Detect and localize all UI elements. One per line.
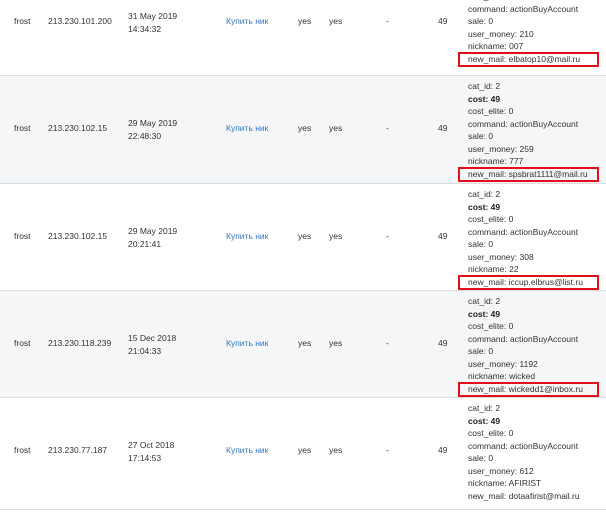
table-row: frost 213.230.101.200 31 May 2019 14:34:32 К… [0, 0, 606, 76]
param-line: cost_elite: 0 [468, 106, 514, 116]
buy-nick-link[interactable]: Купить ник [226, 445, 268, 455]
table-row: frost 213.230.102.15 29 May 2019 22:48:30 Ку… [0, 76, 606, 184]
user-cell: frost [14, 338, 31, 348]
param-line: user_money: 308 [468, 251, 534, 262]
param-line: cat_id: 2 [468, 81, 501, 91]
param-line: user_money: 210 [468, 28, 534, 39]
param-line: new_mail: wickedd1@inbox.ru [468, 383, 583, 394]
param-text-bold: cost: 49 [468, 201, 501, 212]
param-line: cost: 49 [468, 201, 500, 214]
flag-yes-2: yes [329, 445, 343, 455]
time-text: 17:14:53 [128, 452, 162, 463]
date-text: 29 May 2019 [128, 118, 178, 128]
cost-number-cell: 49 [438, 16, 448, 26]
datetime-cell: 29 May 2019 22:48:30 [128, 117, 177, 142]
param-line: cat_id: 2 [468, 403, 501, 413]
ip-cell: 213.230.101.200 [48, 16, 112, 26]
time-text: 20:21:41 [128, 238, 162, 249]
param-line: cost: 49 [468, 93, 500, 106]
param-line: cost_elite: 0 [468, 214, 514, 224]
param-line: cost: 49 [468, 415, 500, 428]
param-line: new_mail: elbatop10@mail.ru [468, 53, 581, 64]
user-cell: frost [14, 123, 31, 133]
datetime-cell: 27 Oct 2018 17:14:53 [128, 439, 174, 464]
date-text: 31 May 2019 [128, 11, 178, 21]
flag-yes-1: yes [298, 231, 312, 241]
cost-number-cell: 49 [438, 231, 448, 241]
param-line: nickname: AFIRIST [468, 478, 542, 488]
cost-number-cell: 49 [438, 445, 448, 455]
param-text-bold: cost: 49 [468, 93, 501, 104]
user-cell: frost [14, 16, 31, 26]
time-text: 22:48:30 [128, 130, 162, 141]
dash-cell: - [386, 445, 389, 455]
date-text: 27 Oct 2018 [128, 440, 175, 450]
param-line: user_money: 259 [468, 143, 534, 154]
buy-nick-link[interactable]: Купить ник [226, 16, 268, 26]
param-line: cost_elite: 0 [468, 321, 514, 331]
param-text-bold: cost: 49 [468, 308, 501, 319]
dash-cell: - [386, 16, 389, 26]
buy-nick-link[interactable]: Купить ник [226, 231, 268, 241]
param-line: sale: 0 [468, 346, 494, 356]
param-line: user_money: 1192 [468, 358, 538, 369]
cost-number-cell: 49 [438, 338, 448, 348]
param-line: sale: 0 [468, 239, 494, 249]
datetime-cell: 31 May 2019 14:34:32 [128, 10, 177, 35]
param-line: sale: 0 [468, 16, 494, 26]
table-row: frost 213.230.118.239 15 Dec 2018 21:04:33 К… [0, 291, 606, 398]
date-text: 29 May 2019 [128, 226, 178, 236]
dash-cell: - [386, 123, 389, 133]
table-row: frost 213.230.77.187 27 Oct 2018 17:14:53 Ку… [0, 398, 606, 510]
flag-yes-1: yes [298, 338, 312, 348]
param-line: sale: 0 [468, 453, 494, 463]
dash-cell: - [386, 338, 389, 348]
flag-yes-1: yes [298, 16, 312, 26]
time-text: 14:34:32 [128, 23, 162, 34]
param-line: user_money: 612 [468, 465, 534, 476]
ip-cell: 213.230.102.15 [48, 231, 108, 241]
table-row: frost 213.230.102.15 29 May 2019 20:21:41 Ку… [0, 184, 606, 291]
param-line: command: actionBuyAccount [468, 440, 579, 451]
param-line: command: actionBuyAccount [468, 333, 579, 344]
time-text: 21:04:33 [128, 345, 162, 356]
date-text: 15 Dec 2018 [128, 333, 177, 343]
param-line: new_mail: spsbrat1111@mail.ru [468, 168, 588, 179]
param-line: command: actionBuyAccount [468, 118, 579, 129]
param-line: cat_id: 2 [468, 296, 501, 306]
param-line: sale: 0 [468, 131, 494, 141]
param-line: command: actionBuyAccount [468, 3, 579, 14]
datetime-cell: 15 Dec 2018 21:04:33 [128, 332, 176, 357]
ip-cell: 213.230.118.239 [48, 338, 112, 348]
param-line: new_mail: iccup.elbrus@list.ru [468, 276, 583, 287]
param-line: cat_id: 2 [468, 189, 501, 199]
param-line: command: actionBuyAccount [468, 226, 579, 237]
user-cell: frost [14, 231, 31, 241]
dash-cell: - [386, 231, 389, 241]
flag-yes-2: yes [329, 16, 343, 26]
cost-number-cell: 49 [438, 123, 448, 133]
flag-yes-2: yes [329, 338, 343, 348]
buy-nick-link[interactable]: Купить ник [226, 123, 268, 133]
flag-yes-2: yes [329, 231, 343, 241]
param-line: cost_elite: 0 [468, 428, 514, 438]
flag-yes-1: yes [298, 445, 312, 455]
param-text-bold: cost: 49 [468, 415, 501, 426]
param-line: new_mail: dotaafirist@mail.ru [468, 490, 580, 501]
ip-cell: 213.230.77.187 [48, 445, 108, 455]
param-line: cost: 49 [468, 308, 500, 321]
ip-cell: 213.230.102.15 [48, 123, 108, 133]
datetime-cell: 29 May 2019 20:21:41 [128, 225, 177, 250]
flag-yes-1: yes [298, 123, 312, 133]
flag-yes-2: yes [329, 123, 343, 133]
user-cell: frost [14, 445, 31, 455]
buy-nick-link[interactable]: Купить ник [226, 338, 268, 348]
